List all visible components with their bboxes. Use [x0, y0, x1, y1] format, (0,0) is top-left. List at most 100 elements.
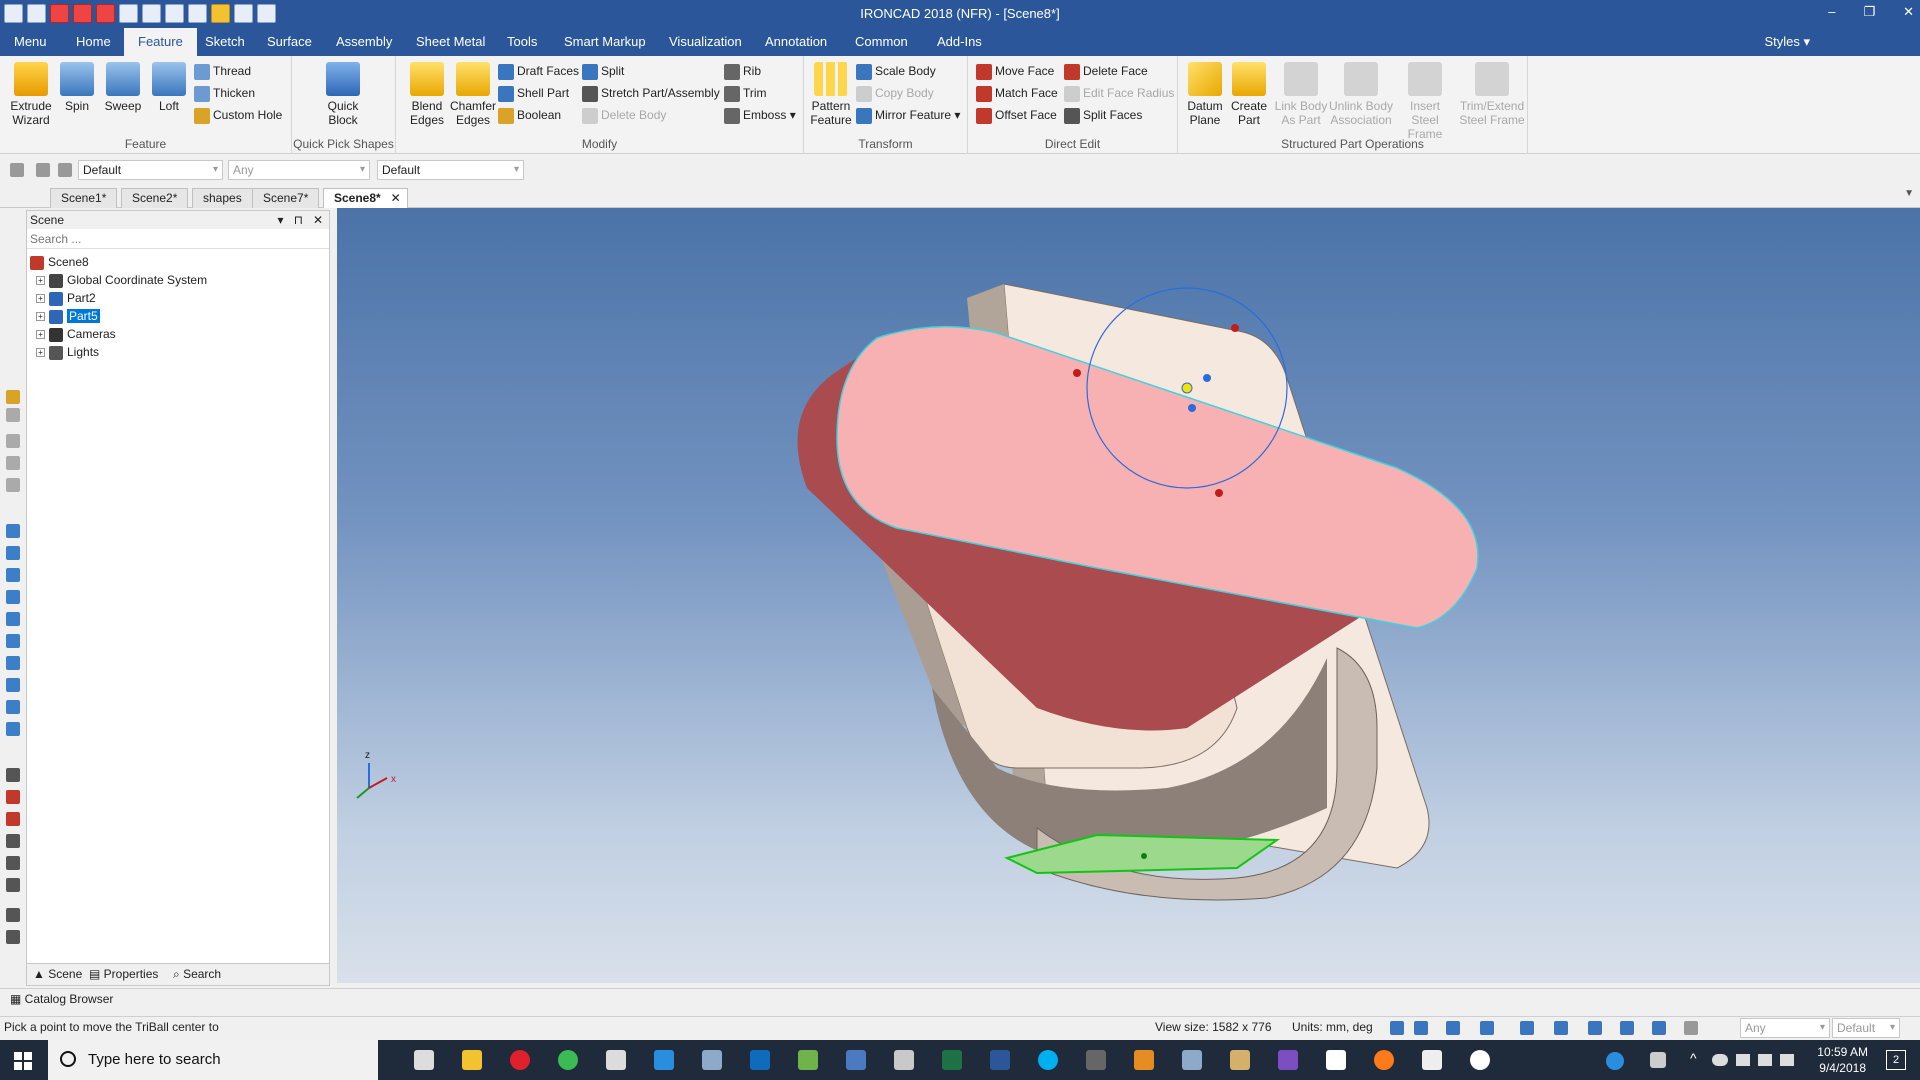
word-icon[interactable]	[976, 1040, 1024, 1080]
tab-list-icon[interactable]: ▼	[1904, 188, 1914, 199]
tab-scene2[interactable]: Scene2*	[121, 188, 189, 208]
loft-button[interactable]: Loft	[146, 62, 192, 113]
move-face-button[interactable]: Move Face	[976, 62, 1054, 82]
datum-plane-button[interactable]: Datum Plane	[1182, 62, 1228, 127]
app-icon-3[interactable]	[784, 1040, 832, 1080]
tab-scene8[interactable]: Scene8* ✕	[323, 188, 408, 208]
blend-edges-button[interactable]: Blend Edges	[404, 62, 450, 127]
tool-icon-19[interactable]	[6, 834, 20, 848]
zoom-icon[interactable]	[1390, 1021, 1404, 1035]
tab-visualization[interactable]: Visualization	[669, 34, 742, 49]
tab-add-ins[interactable]: Add-Ins	[937, 34, 982, 49]
onedrive-icon[interactable]	[1456, 1040, 1504, 1080]
tab-home[interactable]: Home	[76, 34, 111, 49]
volume-icon[interactable]	[1780, 1054, 1794, 1066]
minimize-button[interactable]: –	[1828, 4, 1835, 20]
tree-item-cameras[interactable]: + Cameras	[30, 325, 329, 343]
tab-sheet-metal[interactable]: Sheet Metal	[416, 34, 485, 49]
clock[interactable]: 10:59 AM 9/4/2018	[1817, 1044, 1868, 1076]
tab-scene7[interactable]: Scene7*	[252, 188, 320, 208]
skype-icon[interactable]	[1024, 1040, 1072, 1080]
tab-common[interactable]: Common	[855, 34, 908, 49]
pointer-icon[interactable]	[36, 163, 50, 177]
rib-button[interactable]: Rib	[724, 62, 761, 82]
excel-icon[interactable]	[928, 1040, 976, 1080]
close-button[interactable]: ✕	[1903, 4, 1914, 20]
tool-icon-15[interactable]	[6, 722, 20, 736]
tool-icon-13[interactable]	[6, 678, 20, 692]
match-face-button[interactable]: Match Face	[976, 84, 1058, 104]
tool-icon-17[interactable]	[6, 790, 20, 804]
chrome-icon[interactable]	[544, 1040, 592, 1080]
outlook-icon[interactable]	[736, 1040, 784, 1080]
section-icon[interactable]	[1520, 1021, 1534, 1035]
tab-sketch[interactable]: Sketch	[205, 34, 245, 49]
scene-search-input[interactable]: Search ...	[27, 229, 329, 249]
create-part-button[interactable]: Create Part	[1226, 62, 1272, 127]
tab-annotation[interactable]: Annotation	[765, 34, 827, 49]
tab-tools[interactable]: Tools	[507, 34, 537, 49]
edit-face-radius-button[interactable]: Edit Face Radius	[1064, 84, 1174, 104]
tool-icon-11[interactable]	[6, 634, 20, 648]
tray-expand-icon[interactable]: ^	[1690, 1050, 1697, 1066]
tool-icon-20[interactable]	[6, 856, 20, 870]
shell-part-button[interactable]: Shell Part	[498, 84, 569, 104]
spin-button[interactable]: Spin	[54, 62, 100, 113]
app-icon-1[interactable]	[640, 1040, 688, 1080]
delete-face-button[interactable]: Delete Face	[1064, 62, 1148, 82]
dropbox-icon[interactable]	[1736, 1054, 1750, 1066]
expand-icon[interactable]: +	[36, 294, 45, 304]
photos-icon[interactable]	[1408, 1040, 1456, 1080]
extrude-wizard-button[interactable]: Extrude Wizard	[8, 62, 54, 127]
pick-icon[interactable]	[1684, 1021, 1698, 1035]
ironcad-icon[interactable]	[592, 1040, 640, 1080]
tab-scene1[interactable]: Scene1*	[50, 188, 118, 208]
selection-style-combo[interactable]: Default	[78, 160, 223, 180]
render-style-combo[interactable]: Default	[377, 160, 524, 180]
tool-icon-7[interactable]	[6, 546, 20, 560]
tab-menu[interactable]: Menu	[14, 34, 47, 49]
tool-icon-10[interactable]	[6, 612, 20, 626]
tree-item-lights[interactable]: + Lights	[30, 343, 329, 361]
people-icon[interactable]	[1650, 1052, 1666, 1068]
lighting-icon[interactable]	[1620, 1021, 1634, 1035]
zoom-fit-icon[interactable]	[1414, 1021, 1428, 1035]
insert-steel-frame-button[interactable]: Insert Steel Frame	[1396, 62, 1454, 141]
panel-tab-properties[interactable]: ▤ Properties	[89, 967, 158, 981]
stretch-button[interactable]: Stretch Part/Assembly	[582, 84, 720, 104]
camera-view-icon[interactable]	[1588, 1021, 1602, 1035]
expand-icon[interactable]: +	[36, 312, 45, 322]
unlink-body-button[interactable]: Unlink Body Association	[1328, 62, 1394, 127]
tool-icon-21[interactable]	[6, 878, 20, 892]
tool-icon-1[interactable]	[6, 390, 20, 404]
expand-icon[interactable]: +	[36, 330, 45, 340]
tool-icon-6[interactable]	[6, 524, 20, 538]
link-body-button[interactable]: Link Body As Part	[1272, 62, 1330, 127]
help-icon[interactable]	[1606, 1052, 1624, 1070]
split-button[interactable]: Split	[582, 62, 624, 82]
tab-smart-markup[interactable]: Smart Markup	[564, 34, 646, 49]
selection-mode-icon[interactable]	[58, 163, 72, 177]
panel-tab-search[interactable]: ⌕ Search	[173, 967, 221, 982]
scale-body-button[interactable]: Scale Body	[856, 62, 936, 82]
catalog-browser-bar[interactable]: ▦ Catalog Browser	[0, 988, 1920, 1010]
pattern-feature-button[interactable]: Pattern Feature	[808, 62, 854, 127]
triball-handle-2[interactable]	[1073, 369, 1081, 377]
styles-menu[interactable]: Styles ▾	[1764, 34, 1810, 50]
tool-icon-5[interactable]	[6, 478, 20, 492]
app-icon-6[interactable]	[1120, 1040, 1168, 1080]
triball-center[interactable]	[1181, 382, 1193, 394]
selection-filter-combo[interactable]: Any	[228, 160, 370, 180]
delete-body-button[interactable]: Delete Body	[582, 106, 666, 126]
file-explorer-icon[interactable]	[448, 1040, 496, 1080]
opera-icon[interactable]	[496, 1040, 544, 1080]
app-icon-4[interactable]	[832, 1040, 880, 1080]
custom-hole-button[interactable]: Custom Hole	[194, 106, 282, 126]
sweep-button[interactable]: Sweep	[100, 62, 146, 113]
app-icon-7[interactable]	[1168, 1040, 1216, 1080]
trim-button[interactable]: Trim	[724, 84, 767, 104]
app-icon-9[interactable]	[1264, 1040, 1312, 1080]
tool-icon-9[interactable]	[6, 590, 20, 604]
offset-face-button[interactable]: Offset Face	[976, 106, 1057, 126]
thicken-button[interactable]: Thicken	[194, 84, 255, 104]
